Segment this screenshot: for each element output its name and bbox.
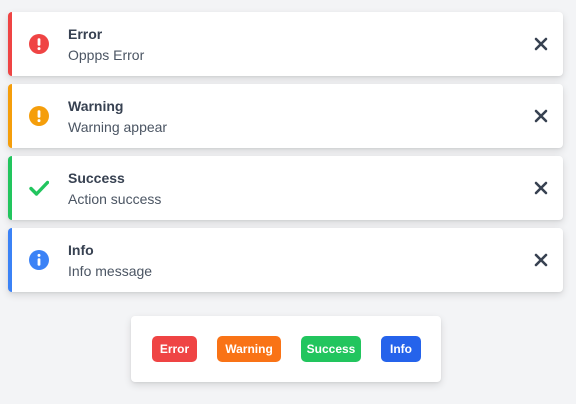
toast-message: Oppps Error xyxy=(68,47,145,63)
toast-message: Warning appear xyxy=(68,119,168,135)
toast-title: Success xyxy=(68,170,125,186)
toast-error: Error Oppps Error xyxy=(8,12,563,76)
close-icon[interactable] xyxy=(533,108,549,124)
toast-title: Warning xyxy=(68,98,124,114)
info-button[interactable]: Info xyxy=(381,336,421,362)
warning-icon xyxy=(29,106,49,126)
toast-warning: Warning Warning appear xyxy=(8,84,563,148)
toast-stack: Error Oppps Error Warning Warning appear… xyxy=(8,12,563,300)
toast-message: Action success xyxy=(68,191,162,207)
close-icon[interactable] xyxy=(533,36,549,52)
error-button[interactable]: Error xyxy=(152,336,197,362)
trigger-panel: Error Warning Success Info xyxy=(131,316,441,382)
close-icon[interactable] xyxy=(533,252,549,268)
close-icon[interactable] xyxy=(533,180,549,196)
toast-title: Info xyxy=(68,242,94,258)
toast-success: Success Action success xyxy=(8,156,563,220)
success-button[interactable]: Success xyxy=(301,336,361,362)
check-icon xyxy=(29,178,49,198)
toast-info: Info Info message xyxy=(8,228,563,292)
toast-title: Error xyxy=(68,26,103,42)
info-icon xyxy=(29,250,49,270)
toast-message: Info message xyxy=(68,263,153,279)
error-icon xyxy=(29,34,49,54)
warning-button[interactable]: Warning xyxy=(217,336,281,362)
